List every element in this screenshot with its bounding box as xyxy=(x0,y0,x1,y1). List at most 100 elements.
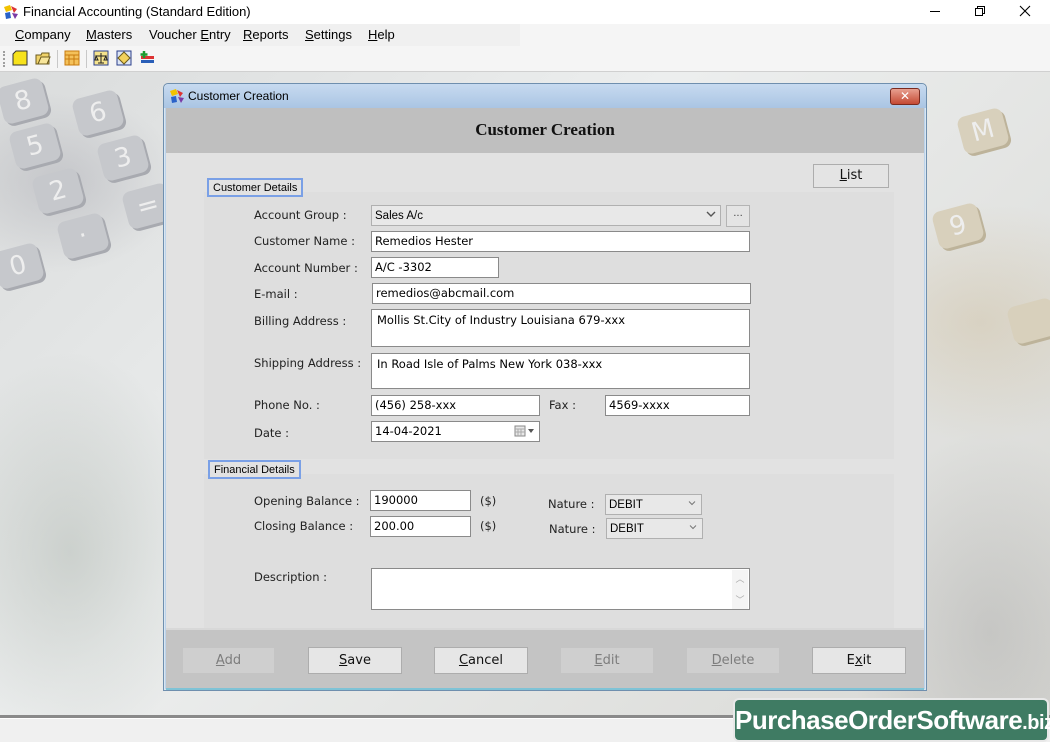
background-decoration: 8 xyxy=(0,76,51,126)
fax-input[interactable]: 4569-xxxx xyxy=(605,395,750,416)
chevron-down-icon xyxy=(688,522,698,536)
closing-balance-unit: ($) xyxy=(480,519,497,533)
account-number-label: Account Number : xyxy=(254,261,358,275)
background-decoration: 0 xyxy=(0,241,46,291)
opening-balance-input[interactable]: 190000 xyxy=(370,490,471,511)
exit-button[interactable]: Exit xyxy=(812,647,906,674)
menu-reports[interactable]: Reports xyxy=(243,27,289,42)
minimize-button[interactable] xyxy=(912,0,958,24)
toolbar-separator xyxy=(57,50,58,68)
page-title: Customer Creation xyxy=(475,120,615,139)
edit-button[interactable]: Edit xyxy=(560,647,654,674)
background-decoration xyxy=(1005,296,1050,346)
voucher-icon xyxy=(116,50,132,69)
list-button[interactable]: List xyxy=(813,164,889,188)
menu-settings[interactable]: Settings xyxy=(305,27,352,42)
background-decoration: M xyxy=(955,106,1011,156)
background-decoration: 6 xyxy=(70,88,126,138)
closing-balance-label: Closing Balance : xyxy=(254,519,354,533)
closing-nature-label: Nature : xyxy=(549,522,596,536)
menu-bar: Company Masters Voucher Entry Reports Se… xyxy=(0,24,1050,46)
close-icon: ✕ xyxy=(899,89,911,103)
menu-settings-rest: ettings xyxy=(313,27,352,42)
dialog-close-button[interactable]: ✕ xyxy=(890,88,920,105)
toolbar-open-button[interactable] xyxy=(33,49,53,69)
dialog-header-band: Customer Creation xyxy=(166,108,924,153)
fax-label: Fax : xyxy=(549,398,576,412)
closing-nature-value: DEBIT xyxy=(610,523,644,535)
background-decoration: 3 xyxy=(95,133,151,183)
toolbar-voucher-button[interactable] xyxy=(114,49,134,69)
shipping-address-label: Shipping Address : xyxy=(254,356,362,370)
toolbar-new-button[interactable] xyxy=(10,49,30,69)
add-entry-icon xyxy=(139,50,155,69)
toolbar-add-entry-button[interactable] xyxy=(137,49,157,69)
menu-masters[interactable]: Masters xyxy=(86,27,132,42)
description-label: Description : xyxy=(254,570,328,584)
customer-name-label: Customer Name : xyxy=(254,234,355,248)
toolbar-ledger-button[interactable] xyxy=(62,49,82,69)
account-group-label: Account Group : xyxy=(254,208,347,222)
opening-nature-select[interactable]: DEBIT xyxy=(605,494,702,515)
phone-label: Phone No. : xyxy=(254,398,320,412)
ledger-grid-icon xyxy=(64,50,80,69)
chevron-down-icon xyxy=(687,498,697,512)
menu-company[interactable]: Company xyxy=(15,27,71,42)
dialog-title: Customer Creation xyxy=(188,89,289,103)
menu-reports-rest: eports xyxy=(252,27,289,42)
dialog-titlebar[interactable]: Customer Creation ✕ xyxy=(164,84,926,108)
phone-input[interactable]: (456) 258-xxx xyxy=(371,395,540,416)
toolbar-balance-button[interactable] xyxy=(91,49,111,69)
watermark-main: PurchaseOrderSoftware xyxy=(735,705,1023,735)
background-decoration: 9 xyxy=(930,201,986,251)
close-icon xyxy=(1019,5,1031,20)
add-button[interactable]: Add xyxy=(182,647,275,674)
menu-settings-mnemonic: S xyxy=(305,27,314,42)
opening-nature-value: DEBIT xyxy=(609,499,643,511)
date-label: Date : xyxy=(254,426,290,440)
menu-help-mnemonic: H xyxy=(368,27,378,42)
opening-balance-unit: ($) xyxy=(480,494,497,508)
customer-details-group-label: Customer Details xyxy=(207,178,304,197)
menu-reports-mnemonic: R xyxy=(243,27,253,42)
menu-company-mnemonic: C xyxy=(15,27,25,42)
account-group-more-button[interactable]: ... xyxy=(726,205,750,227)
billing-address-input[interactable]: Mollis St.City of Industry Louisiana 679… xyxy=(371,309,750,347)
close-app-button[interactable] xyxy=(1002,0,1048,24)
account-group-select[interactable]: Sales A/c xyxy=(371,205,721,226)
scroll-up-icon[interactable]: ︿ xyxy=(732,573,748,588)
toolbar-grip[interactable] xyxy=(3,51,6,67)
menu-company-rest: ompany xyxy=(24,27,71,42)
restore-icon xyxy=(974,5,986,20)
app-logo-icon xyxy=(3,4,19,20)
menu-help[interactable]: Help xyxy=(368,27,395,42)
menu-voucher-entry[interactable]: Voucher Entry xyxy=(149,27,231,42)
new-file-icon xyxy=(12,50,28,69)
shipping-address-input[interactable]: In Road Isle of Palms New York 038-xxx xyxy=(371,353,750,389)
calendar-dropdown-icon[interactable] xyxy=(514,425,536,441)
list-button-label: ist xyxy=(846,168,863,183)
save-button[interactable]: Save xyxy=(308,647,402,674)
description-scrollbar[interactable]: ︿ ﹀ xyxy=(732,570,748,609)
email-input[interactable]: remedios@abcmail.com xyxy=(372,283,751,304)
cancel-button[interactable]: Cancel xyxy=(434,647,528,674)
billing-address-label: Billing Address : xyxy=(254,314,347,328)
account-number-input[interactable]: A/C -3302 xyxy=(371,257,499,278)
customer-name-input[interactable]: Remedios Hester xyxy=(371,231,750,252)
list-button-mnemonic: L xyxy=(839,168,847,183)
date-picker[interactable]: 14-04-2021 xyxy=(371,421,540,442)
watermark-suffix: .biz xyxy=(1022,712,1050,734)
scroll-down-icon[interactable]: ﹀ xyxy=(732,594,748,609)
balance-scale-icon xyxy=(93,50,109,69)
menu-masters-rest: asters xyxy=(96,27,133,42)
app-titlebar: Financial Accounting (Standard Edition) xyxy=(0,0,1050,24)
delete-button[interactable]: Delete xyxy=(686,647,780,674)
background-decoration: 2 xyxy=(30,166,86,216)
restore-button[interactable] xyxy=(957,0,1003,24)
background-decoration: · xyxy=(55,211,111,261)
description-input[interactable]: ︿ ﹀ xyxy=(371,568,750,610)
watermark-banner: PurchaseOrderSoftware.biz xyxy=(735,700,1050,740)
closing-nature-select[interactable]: DEBIT xyxy=(606,518,703,539)
closing-balance-input[interactable]: 200.00 xyxy=(370,516,471,537)
dialog-body: Customer Creation List Customer Details … xyxy=(166,108,924,690)
